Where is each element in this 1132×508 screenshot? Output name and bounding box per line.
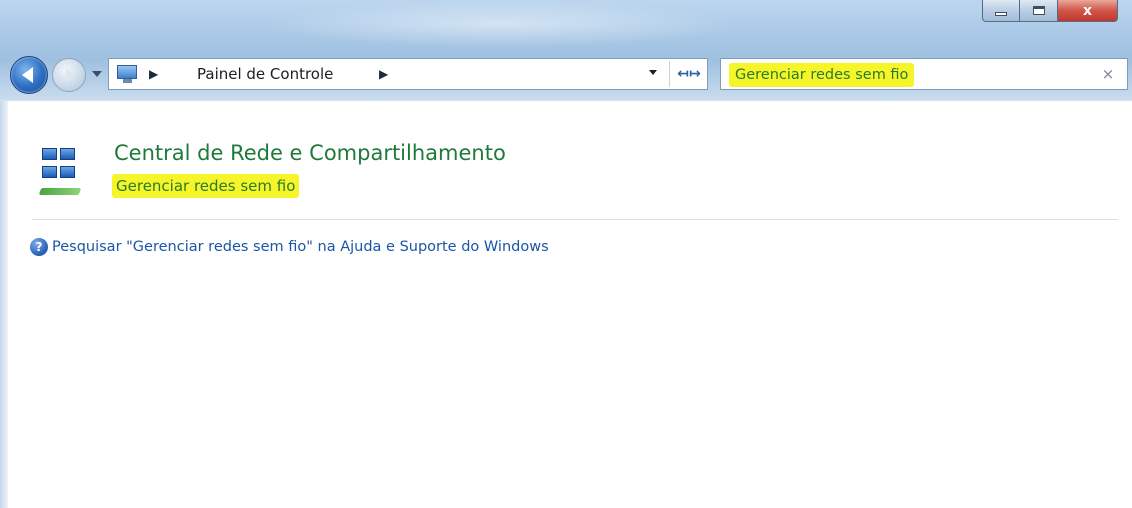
- caption-buttons: x: [982, 0, 1118, 22]
- chrome-glow: [260, 0, 740, 48]
- chevron-down-icon: [649, 70, 657, 75]
- breadcrumb-control-panel[interactable]: Painel de Controle: [197, 59, 333, 89]
- refresh-icon: ↤↦: [677, 66, 701, 82]
- address-bar[interactable]: ▶ Painel de Controle ▶ ↤↦: [108, 58, 708, 90]
- close-icon: x: [1082, 2, 1093, 19]
- minimize-icon: [995, 11, 1007, 16]
- close-button[interactable]: x: [1058, 0, 1118, 22]
- search-box[interactable]: Gerenciar redes sem fio ×: [720, 58, 1128, 90]
- maximize-button[interactable]: [1020, 0, 1058, 22]
- forward-arrow-icon: [65, 68, 76, 82]
- breadcrumb-separator-icon[interactable]: ▶: [379, 59, 388, 89]
- explorer-window: x ▶ Painel de Controle ▶ ↤↦ Gerenciar re…: [0, 0, 1132, 508]
- help-icon: ?: [30, 238, 48, 256]
- back-button[interactable]: [10, 56, 48, 94]
- results-divider: [32, 219, 1118, 220]
- help-search-row[interactable]: ? Pesquisar "Gerenciar redes sem fio" na…: [30, 237, 549, 257]
- minimize-button[interactable]: [982, 0, 1020, 22]
- result-subtask-link[interactable]: Gerenciar redes sem fio: [112, 174, 300, 198]
- chevron-down-icon: [92, 71, 102, 77]
- maximize-icon: [1032, 6, 1045, 15]
- refresh-button[interactable]: ↤↦: [675, 62, 703, 86]
- window-chrome: x ▶ Painel de Controle ▶ ↤↦ Gerenciar re…: [0, 0, 1132, 100]
- window-left-border: [0, 101, 8, 508]
- control-panel-icon: [117, 65, 139, 84]
- clear-search-icon[interactable]: ×: [1099, 65, 1117, 83]
- address-divider: [669, 61, 670, 87]
- breadcrumb-separator-icon[interactable]: ▶: [149, 59, 158, 89]
- search-results-pane: Central de Rede e Compartilhamento Geren…: [0, 101, 1132, 508]
- forward-button[interactable]: [52, 58, 86, 92]
- search-input[interactable]: Gerenciar redes sem fio: [729, 63, 915, 87]
- help-search-link[interactable]: Pesquisar "Gerenciar redes sem fio" na A…: [52, 239, 549, 255]
- back-arrow-icon: [22, 67, 33, 83]
- network-sharing-center-icon[interactable]: [36, 144, 96, 202]
- result-title-link[interactable]: Central de Rede e Compartilhamento: [114, 141, 506, 165]
- recent-pages-dropdown[interactable]: [89, 64, 105, 84]
- address-history-dropdown[interactable]: [649, 70, 657, 75]
